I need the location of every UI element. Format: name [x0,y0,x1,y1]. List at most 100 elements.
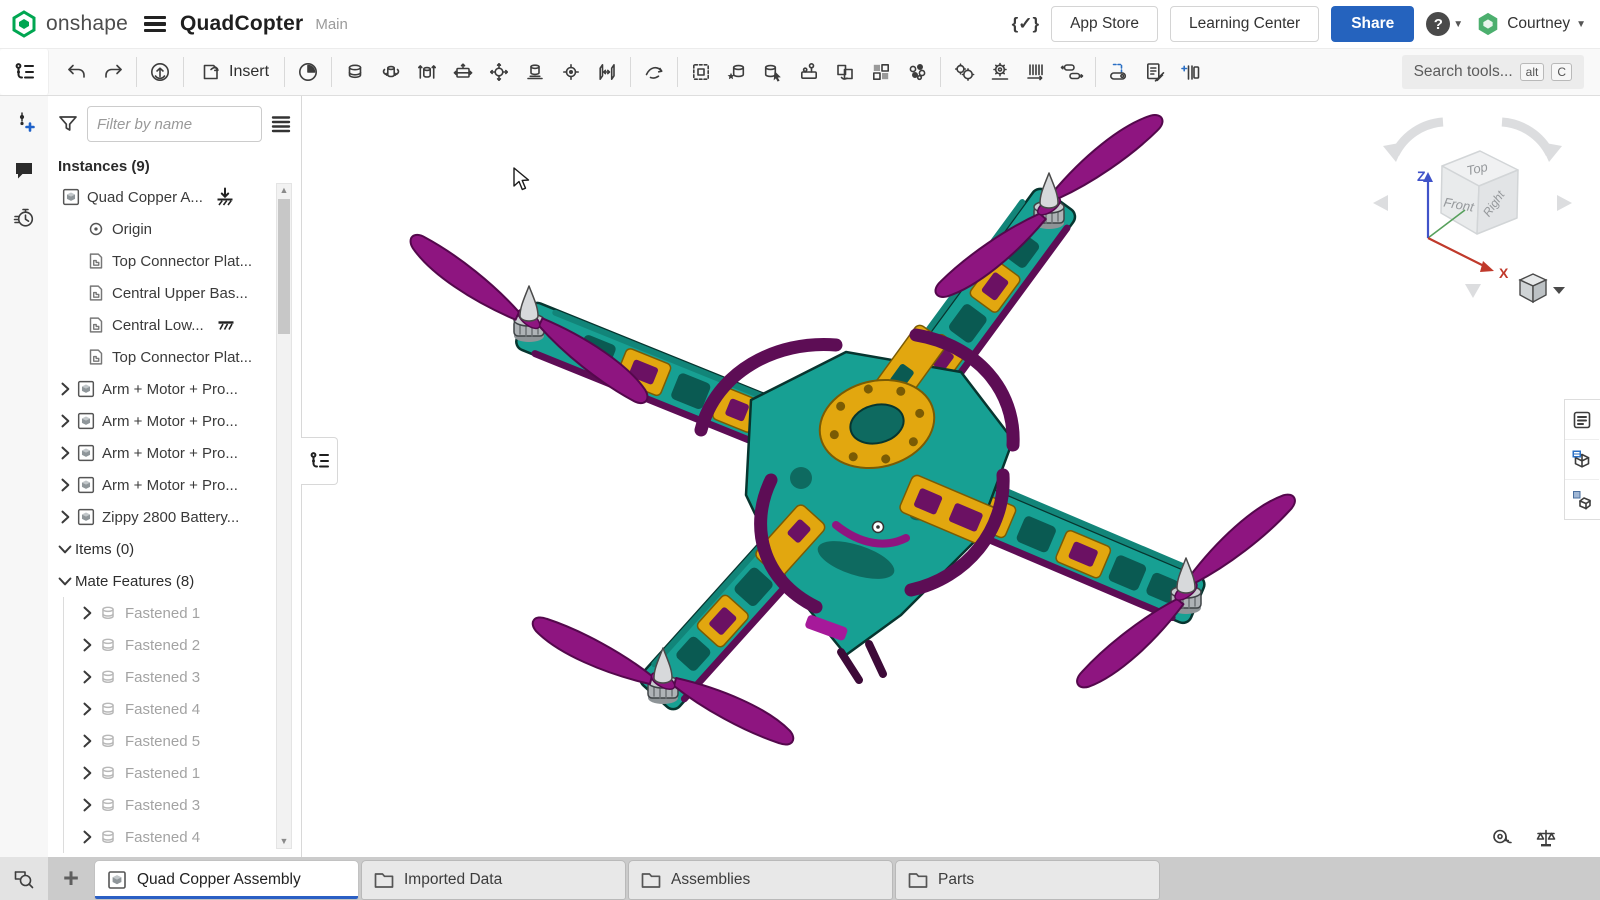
gear-relation-icon[interactable] [946,53,982,91]
replace-instance-icon[interactable] [755,53,791,91]
origin-icon [85,217,107,241]
clock-icon[interactable] [290,53,326,91]
mate-row[interactable]: Fastened 2 [64,629,301,661]
tab-assemblies[interactable]: Assemblies [628,860,893,900]
create-version-icon[interactable] [9,107,39,137]
tree-row-part[interactable]: Top Connector Plat... [48,245,301,277]
mate-features-list: Fastened 1 Fastened 2 Fastened 3 Fastene… [63,597,301,853]
tab-quad-copper-assembly[interactable]: Quad Copper Assembly [94,860,359,900]
chevron-right-icon[interactable] [77,665,97,689]
filter-input[interactable] [87,106,262,142]
mate-planar-icon[interactable] [445,53,481,91]
bom-panel-icon[interactable] [1565,400,1599,440]
tree-row-subassembly[interactable]: Arm + Motor + Pro... [48,437,301,469]
view-cube[interactable]: Top Front Right Z X [1365,106,1580,311]
mate-row[interactable]: Fastened 1 [64,757,301,789]
tree-row-part[interactable]: Top Connector Plat... [48,341,301,373]
app-store-button[interactable]: App Store [1051,6,1159,42]
frame-profiles-icon[interactable] [1173,53,1209,91]
feature-list-toggle-icon[interactable] [0,48,49,95]
insert-button[interactable]: Insert [189,53,279,91]
tab-imported-data[interactable]: Imported Data [361,860,626,900]
chevron-right-icon[interactable] [77,601,97,625]
chevron-right-icon[interactable] [55,505,75,529]
chevron-right-icon[interactable] [77,697,97,721]
search-tools-field[interactable]: Search tools... alt C [1401,54,1584,89]
search-tabs-icon[interactable] [0,857,48,900]
bom-table-icon[interactable] [1137,53,1173,91]
tree-row-root-assembly[interactable]: Quad Copper A... [48,181,301,213]
redo-icon[interactable] [95,53,131,91]
tree-row-subassembly[interactable]: Arm + Motor + Pro... [48,373,301,405]
mate-row[interactable]: Fastened 1 [64,597,301,629]
mate-row[interactable]: Fastened 3 [64,661,301,693]
chevron-right-icon[interactable] [55,441,75,465]
panel-flyout-handle[interactable] [301,437,338,485]
list-view-icon[interactable] [269,112,293,136]
chevron-right-icon[interactable] [77,825,97,849]
mate-slider-icon[interactable] [409,53,445,91]
hamburger-menu-icon[interactable] [143,16,166,32]
mate-row[interactable]: Fastened 3 [64,789,301,821]
view-orientation-menu[interactable] [1518,273,1565,304]
help-menu[interactable]: ? ▼ [1426,12,1463,36]
dev-mode-icon[interactable]: {✓} [1012,14,1039,34]
tangent-relation-icon[interactable] [636,53,672,91]
scroll-down-icon[interactable]: ▼ [277,835,291,848]
tree-row-subassembly[interactable]: Arm + Motor + Pro... [48,469,301,501]
tab-parts[interactable]: Parts [895,860,1160,900]
mate-fastened-icon[interactable] [337,53,373,91]
scrollbar-thumb[interactable] [278,199,290,334]
chevron-right-icon[interactable] [55,473,75,497]
rack-relation-icon[interactable] [1018,53,1054,91]
tree-row-subassembly[interactable]: Arm + Motor + Pro... [48,405,301,437]
tree-scrollbar[interactable]: ▲ ▼ [276,183,292,849]
mate-features-section-header[interactable]: Mate Features (8) [48,565,301,597]
chevron-right-icon[interactable] [55,377,75,401]
mate-pin-slot-icon[interactable] [553,53,589,91]
fastened-mate-icon [97,825,119,849]
gear-base-icon[interactable] [982,53,1018,91]
filter-icon[interactable] [56,112,80,136]
chevron-right-icon[interactable] [77,793,97,817]
user-menu[interactable]: Courtney ▼ [1475,11,1586,37]
inserted-items-icon[interactable] [1565,480,1599,519]
chevron-right-icon[interactable] [77,633,97,657]
chevron-right-icon[interactable] [55,409,75,433]
sheet-metal-flat-icon[interactable] [1101,53,1137,91]
tree-row-part[interactable]: Central Low... [48,309,301,341]
workspace-name[interactable]: Main [315,16,348,33]
tree-row-origin[interactable]: Origin [48,213,301,245]
onshape-logo[interactable]: onshape [0,10,128,38]
update-sync-icon[interactable] [142,53,178,91]
tree-row-part[interactable]: Central Upper Bas... [48,277,301,309]
group-parts-icon[interactable] [683,53,719,91]
tape-measure-icon[interactable] [1490,826,1514,850]
scroll-up-icon[interactable]: ▲ [277,184,291,197]
mate-revolute-icon[interactable] [373,53,409,91]
standard-content-icon[interactable] [719,53,755,91]
items-section-header[interactable]: Items (0) [48,533,301,565]
comments-icon[interactable] [9,155,39,185]
share-button[interactable]: Share [1331,6,1415,42]
configuration-toggle-icon[interactable] [1054,53,1090,91]
mate-parallel-icon[interactable] [589,53,625,91]
mass-properties-icon[interactable] [1534,826,1558,850]
transfer-copy-icon[interactable] [827,53,863,91]
named-positions-icon[interactable] [791,53,827,91]
configurations-icon[interactable] [1565,440,1599,480]
tree-row-subassembly[interactable]: Zippy 2800 Battery... [48,501,301,533]
mate-ball-icon[interactable] [481,53,517,91]
exploded-view-icon[interactable] [863,53,899,91]
mate-row[interactable]: Fastened 4 [64,821,301,853]
display-states-icon[interactable] [899,53,935,91]
mate-row[interactable]: Fastened 5 [64,725,301,757]
chevron-right-icon[interactable] [77,761,97,785]
mate-cylindrical-icon[interactable] [517,53,553,91]
mate-row[interactable]: Fastened 4 [64,693,301,725]
chevron-right-icon[interactable] [77,729,97,753]
history-icon[interactable] [9,203,39,233]
undo-icon[interactable] [59,53,95,91]
add-tab-button[interactable]: + [48,857,94,900]
learning-center-button[interactable]: Learning Center [1170,6,1320,42]
